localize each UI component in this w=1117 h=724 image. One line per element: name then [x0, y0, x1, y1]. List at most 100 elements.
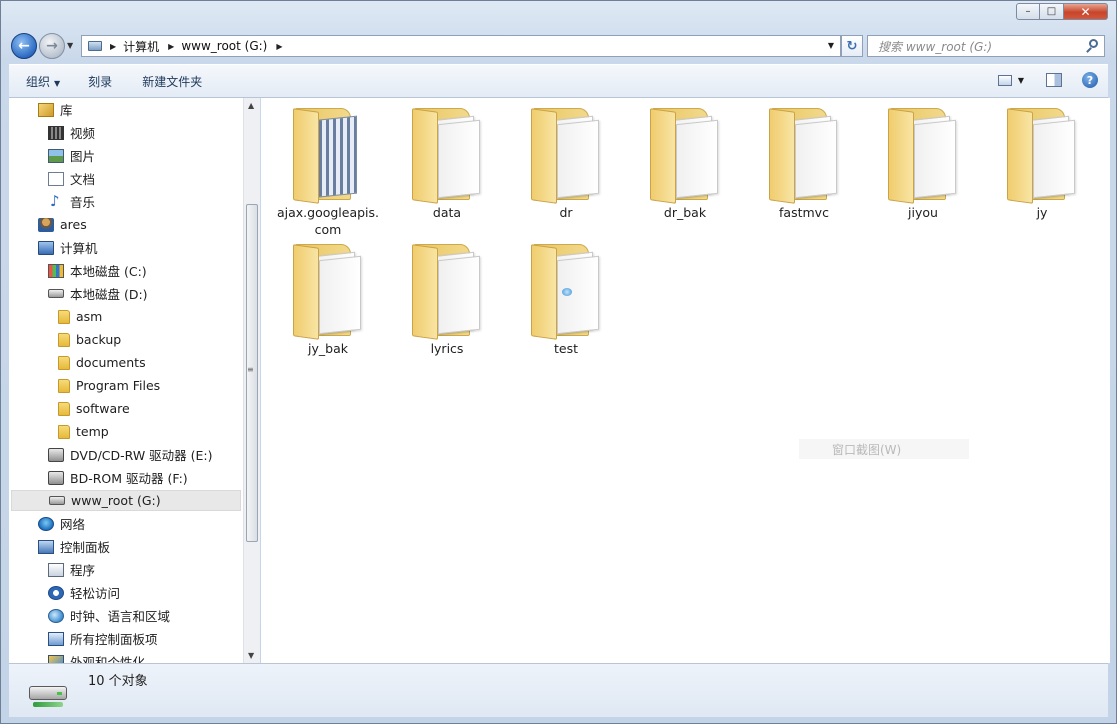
- help-icon[interactable]: ?: [1082, 72, 1098, 88]
- file-list-view[interactable]: 窗口截图(W) ajax.googleapis.com data dr dr_bak f…: [261, 98, 1110, 663]
- nav-item[interactable]: 轻松访问: [48, 582, 120, 603]
- nav-item-label: 网络: [60, 517, 86, 532]
- folder-name: dr_bak: [663, 205, 707, 220]
- nav-item-label: BD-ROM 驱动器 (F:): [70, 471, 188, 486]
- folder-item[interactable]: dr: [511, 104, 621, 221]
- nav-item[interactable]: Program Files: [58, 375, 160, 396]
- nav-item[interactable]: 所有控制面板项: [48, 628, 158, 649]
- close-button[interactable]: ✕: [1064, 3, 1108, 20]
- nav-item-label: 时钟、语言和区域: [70, 609, 171, 624]
- nav-item[interactable]: 网络: [38, 513, 85, 534]
- refresh-button[interactable]: ↻: [841, 35, 863, 57]
- organize-button[interactable]: 组织 ▼: [26, 73, 60, 90]
- new-folder-button[interactable]: 新建文件夹: [142, 73, 202, 90]
- search-input[interactable]: [876, 37, 1080, 57]
- nav-item[interactable]: software: [58, 398, 130, 419]
- nav-item[interactable]: backup: [58, 329, 121, 350]
- search-box[interactable]: [867, 35, 1105, 57]
- nav-item-label: 文档: [70, 172, 96, 187]
- burn-button[interactable]: 刻录: [88, 73, 112, 90]
- command-bar: 组织 ▼ 刻录 新建文件夹 ▼ ?: [9, 64, 1108, 98]
- breadcrumb-separator-icon[interactable]: ▶: [168, 42, 174, 51]
- nav-item[interactable]: ares: [38, 214, 87, 235]
- folder-item[interactable]: fastmvc: [749, 104, 859, 221]
- ease-of-access-icon: [48, 585, 64, 600]
- address-dropdown-icon[interactable]: ▼: [828, 41, 834, 50]
- nav-item[interactable]: documents: [58, 352, 146, 373]
- folder-icon: [58, 401, 70, 416]
- folder-icon: [529, 240, 603, 340]
- minimize-button[interactable]: –: [1016, 3, 1040, 20]
- folder-name: ajax.googleapis.com: [276, 205, 380, 237]
- scroll-up-arrow-icon[interactable]: ▲: [248, 101, 254, 110]
- recent-pages-dropdown-icon[interactable]: ▼: [67, 41, 73, 50]
- scroll-down-arrow-icon[interactable]: ▼: [248, 651, 254, 660]
- view-options-dropdown-icon[interactable]: ▼: [1018, 76, 1024, 85]
- nav-item-label: 图片: [70, 149, 96, 164]
- nav-item[interactable]: asm: [58, 306, 102, 327]
- nav-item-label: backup: [76, 332, 122, 347]
- back-arrow-icon: ←: [18, 38, 30, 54]
- nav-item-label: 本地磁盘 (D:): [70, 287, 148, 302]
- nav-item[interactable]: 程序: [48, 559, 95, 580]
- forward-button[interactable]: →: [39, 33, 65, 59]
- nav-item-label: 计算机: [60, 241, 98, 256]
- folder-item[interactable]: data: [392, 104, 502, 221]
- folder-item[interactable]: ajax.googleapis.com: [273, 104, 383, 238]
- preview-pane-icon[interactable]: [1046, 73, 1062, 87]
- folder-item[interactable]: jy: [987, 104, 1097, 221]
- folder-item[interactable]: jy_bak: [273, 240, 383, 357]
- nav-item-label: Program Files: [76, 378, 161, 393]
- appearance-icon: [48, 654, 64, 663]
- address-row: ← → ▼ ▶ 计算机 ▶ www_root (G:) ▶ ▼ ↻: [9, 32, 1108, 62]
- folder-icon: [291, 240, 365, 340]
- breadcrumb-separator-icon[interactable]: ▶: [110, 42, 116, 51]
- folder-item[interactable]: test: [511, 240, 621, 357]
- nav-item[interactable]: www_root (G:): [11, 490, 241, 511]
- breadcrumb-separator-icon[interactable]: ▶: [276, 42, 282, 51]
- folder-name: test: [553, 341, 578, 356]
- nav-item[interactable]: 文档: [48, 168, 95, 189]
- nav-item[interactable]: 外观和个性化: [48, 651, 145, 663]
- nav-item[interactable]: 视频: [48, 122, 95, 143]
- nav-item-label: 库: [60, 103, 73, 118]
- search-icon[interactable]: [1089, 39, 1098, 48]
- nav-item[interactable]: 图片: [48, 145, 95, 166]
- folder-name: fastmvc: [779, 205, 829, 220]
- folder-item[interactable]: lyrics: [392, 240, 502, 357]
- nav-item[interactable]: temp: [58, 421, 109, 442]
- folder-icon: [58, 378, 70, 393]
- nav-item[interactable]: 计算机: [38, 237, 98, 258]
- control-panel-icon: [38, 539, 54, 554]
- nav-item[interactable]: 音乐: [48, 191, 95, 212]
- nav-item[interactable]: DVD/CD-RW 驱动器 (E:): [48, 444, 213, 465]
- nav-item[interactable]: 时钟、语言和区域: [48, 605, 170, 626]
- breadcrumb-current-drive[interactable]: www_root (G:): [181, 39, 267, 53]
- nav-item[interactable]: BD-ROM 驱动器 (F:): [48, 467, 188, 488]
- video-icon: [48, 125, 64, 140]
- change-view-icon[interactable]: [997, 74, 1012, 86]
- navigation-scrollbar[interactable]: ▲ ≡ ▼: [243, 98, 260, 663]
- forward-arrow-icon: →: [46, 38, 58, 54]
- folder-name: jiyou: [908, 205, 938, 220]
- folder-name: jy_bak: [308, 341, 348, 356]
- nav-item[interactable]: 本地磁盘 (D:): [48, 283, 148, 304]
- toolbar-right-group: ▼ ?: [997, 72, 1098, 88]
- nav-item[interactable]: 库: [38, 99, 73, 120]
- folder-item[interactable]: dr_bak: [630, 104, 740, 221]
- refresh-icon: ↻: [846, 38, 858, 54]
- item-count: 10 个对象: [88, 674, 148, 689]
- details-pane: 10 个对象: [9, 663, 1108, 717]
- nav-item-label: 外观和个性化: [70, 655, 146, 663]
- nav-item-label: software: [76, 401, 130, 416]
- breadcrumb-computer[interactable]: 计算机: [123, 38, 159, 55]
- scrollbar-grip-icon: ≡: [247, 365, 254, 374]
- maximize-button[interactable]: □: [1040, 3, 1064, 20]
- nav-item[interactable]: 本地磁盘 (C:): [48, 260, 147, 281]
- folder-item[interactable]: jiyou: [868, 104, 978, 221]
- documents-icon: [48, 171, 64, 186]
- nav-item-label: www_root (G:): [71, 493, 161, 508]
- back-button[interactable]: ←: [11, 33, 37, 59]
- address-bar[interactable]: ▶ 计算机 ▶ www_root (G:) ▶ ▼: [81, 35, 841, 57]
- nav-item[interactable]: 控制面板: [38, 536, 110, 557]
